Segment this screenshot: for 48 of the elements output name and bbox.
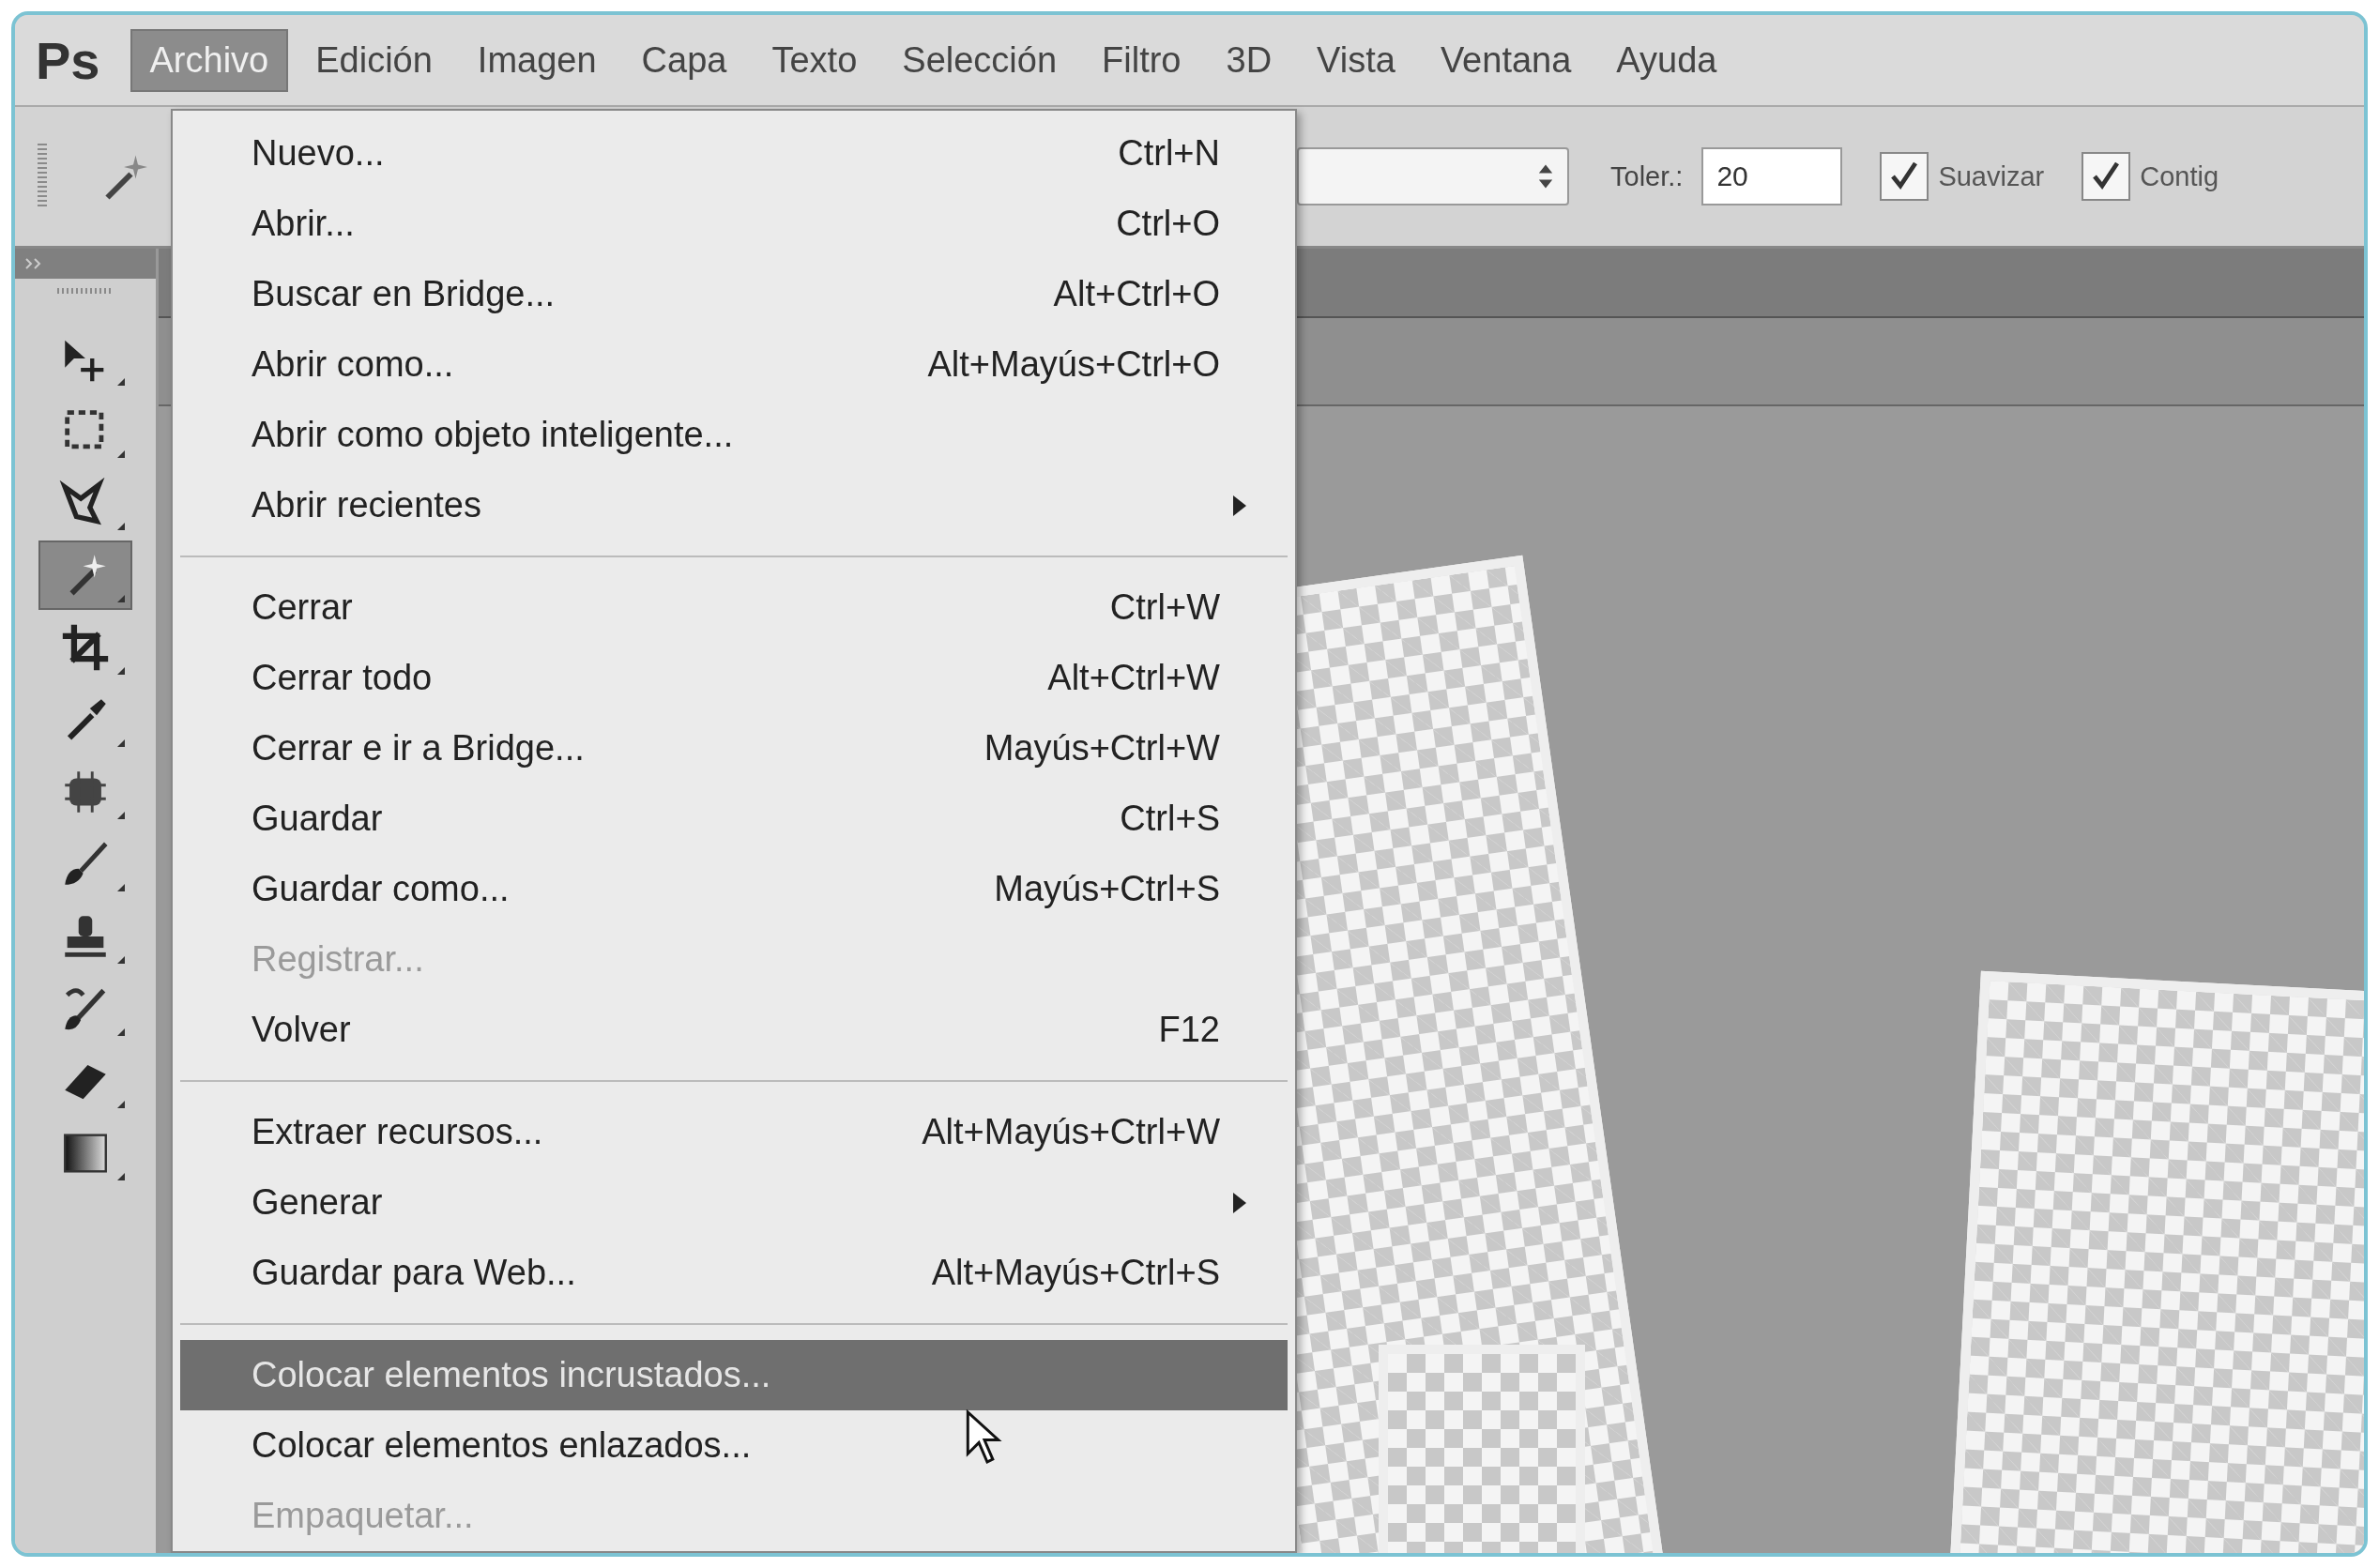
checkbox-label: Contig	[2140, 160, 2219, 192]
corner-triangle-icon	[117, 1028, 125, 1036]
checkbox[interactable]	[2082, 152, 2131, 201]
menu-item[interactable]: Filtro	[1084, 30, 1199, 90]
menu-item[interactable]: Selección	[884, 30, 1075, 90]
menu-item[interactable]: Vista	[1299, 30, 1413, 90]
corner-triangle-icon	[117, 812, 125, 819]
menu-entry[interactable]: Generar	[180, 1167, 1288, 1238]
corner-triangle-icon	[117, 884, 125, 891]
menu-item[interactable]: Ayuda	[1598, 30, 1735, 90]
checkbox-label: Suavizar	[1938, 160, 2045, 192]
menu-entry[interactable]: Nuevo... Ctrl+N	[180, 118, 1288, 189]
corner-triangle-icon	[117, 956, 125, 964]
tolerance-label: Toler.:	[1610, 160, 1684, 192]
menu-entry[interactable]: Cerrar todo Alt+Ctrl+W	[180, 643, 1288, 713]
menu-entry[interactable]: Buscar en Bridge... Alt+Ctrl+O	[180, 259, 1288, 329]
corner-triangle-icon	[117, 595, 125, 602]
checkbox[interactable]	[1880, 152, 1929, 201]
corner-triangle-icon	[117, 1173, 125, 1180]
menu-entry[interactable]: Cerrar Ctrl+W	[180, 572, 1288, 643]
tolerance-field[interactable]: 20	[1701, 147, 1843, 206]
menu-entry[interactable]: Volver F12	[180, 995, 1288, 1065]
corner-triangle-icon	[117, 1101, 125, 1108]
menu-entry[interactable]: Abrir recientes	[180, 470, 1288, 540]
menu-entry[interactable]: Cerrar e ir a Bridge... Mayús+Ctrl+W	[180, 713, 1288, 784]
menu-item[interactable]: Texto	[754, 30, 876, 90]
corner-triangle-icon	[117, 667, 125, 675]
corner-triangle-icon	[117, 523, 125, 530]
menu-entry[interactable]: Abrir... Ctrl+O	[180, 189, 1288, 259]
menu-item[interactable]: Ventana	[1422, 30, 1590, 90]
menu-item[interactable]: Edición	[297, 30, 450, 90]
menu-entry[interactable]: Colocar elementos incrustados...	[180, 1340, 1288, 1410]
menu-entry[interactable]: Guardar para Web... Alt+Mayús+Ctrl+S	[180, 1238, 1288, 1308]
app-logo: Ps	[36, 29, 100, 91]
menu-entry[interactable]: Guardar como... Mayús+Ctrl+S	[180, 854, 1288, 924]
menu-item[interactable]: 3D	[1208, 30, 1290, 90]
corner-triangle-icon	[117, 378, 125, 386]
corner-triangle-icon	[117, 450, 125, 458]
menu-entry[interactable]: Abrir como objeto inteligente...	[180, 400, 1288, 470]
menu-item[interactable]: Imagen	[459, 30, 615, 90]
menu-entry[interactable]: Abrir como... Alt+Mayús+Ctrl+O	[180, 329, 1288, 400]
corner-triangle-icon	[117, 739, 125, 747]
menu-entry[interactable]: Extraer recursos... Alt+Mayús+Ctrl+W	[180, 1097, 1288, 1167]
menu-item[interactable]: Capa	[623, 30, 745, 90]
spinner-arrows-icon	[1537, 162, 1554, 190]
menu-entry[interactable]: Colocar elementos enlazados...	[180, 1410, 1288, 1481]
menu-entry[interactable]: Guardar Ctrl+S	[180, 784, 1288, 854]
mode-dropdown[interactable]	[1297, 147, 1569, 206]
